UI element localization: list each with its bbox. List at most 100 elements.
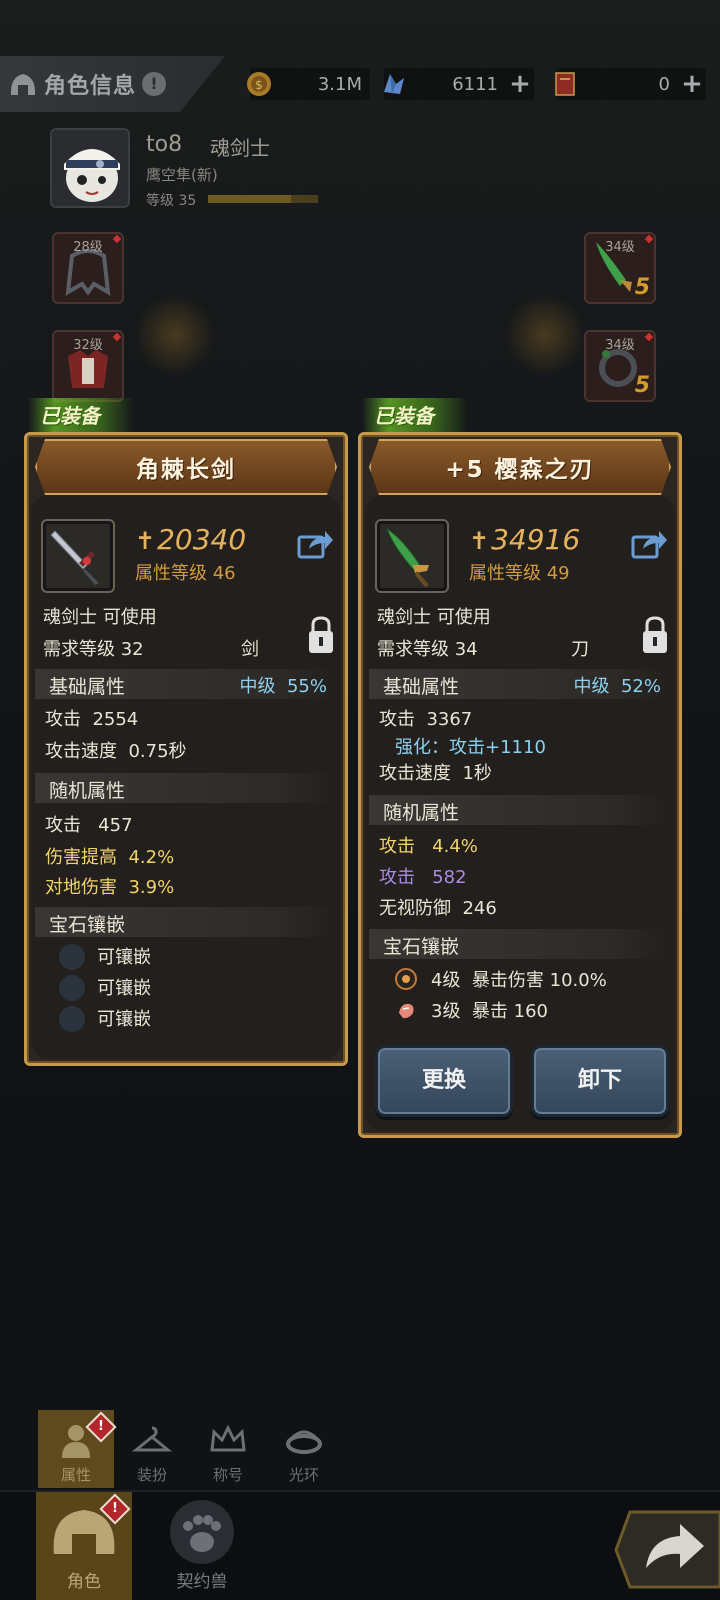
stat-value: 582 — [432, 867, 467, 888]
equip-slot-armor[interactable]: 28级 — [52, 232, 124, 304]
bottom-nav: 角色 ! 契约兽 — [0, 1490, 720, 1600]
lock-icon[interactable] — [641, 615, 669, 653]
stat-value: 0.75秒 — [128, 741, 187, 762]
stat-label: 攻击速度 — [379, 763, 451, 784]
gem-effect: 暴击 160 — [471, 1001, 548, 1022]
grade-percent: 55% — [286, 676, 327, 697]
gem-row: 3级 暴击 160 — [431, 997, 548, 1023]
combat-power-value: 20340 — [157, 523, 247, 556]
helmet-icon — [8, 71, 38, 97]
usable-class: 魂剑士 可使用 — [43, 607, 157, 628]
base-grade: 中级 52% — [574, 672, 661, 698]
tab-label: 装扮 — [136, 1466, 167, 1484]
equip-slot-chest[interactable]: 32级 — [52, 330, 124, 402]
combat-power: ✝34916 — [469, 523, 580, 556]
equip-slot-weapon[interactable]: 34级 5 — [584, 232, 656, 304]
equip-slot-ring[interactable]: 34级 5 — [584, 330, 656, 402]
stat-row: 攻击 4.4% — [379, 832, 478, 858]
stat-value: 1秒 — [462, 763, 492, 784]
red-book-icon — [550, 69, 580, 99]
gem-slot-label: 可镶嵌 — [97, 1009, 151, 1030]
tab-aura[interactable]: 光环 — [266, 1410, 342, 1488]
tab-attributes[interactable]: 属性 ! — [38, 1410, 117, 1488]
base-grade: 中级 55% — [240, 672, 327, 698]
unequip-button[interactable]: 卸下 — [531, 1045, 669, 1117]
empty-gem-socket-icon[interactable] — [59, 975, 85, 1001]
stat-row: 伤害提高 4.2% — [45, 843, 174, 869]
stat-label: 无视防御 — [379, 898, 451, 919]
lock-icon[interactable] — [307, 615, 335, 653]
tab-pet[interactable]: 契约兽 — [154, 1492, 250, 1600]
item-card-left: 角棘长剑 ✝20340 属性等级 46 魂剑士 可使用 需求等级 32 剑 基础… — [24, 432, 348, 1066]
return-button[interactable] — [610, 1492, 720, 1600]
gold-coin-icon: $ — [244, 69, 274, 99]
paw-icon — [170, 1500, 234, 1564]
crystal-add-button[interactable]: + — [506, 70, 534, 98]
weapon-type: 剑 — [241, 639, 259, 660]
grade-label: 中级 — [573, 676, 610, 697]
top-bar: 角色信息 ! $ 3.1M 6111 + 0 + — [0, 56, 720, 112]
info-icon[interactable]: ! — [142, 72, 167, 96]
title-plate: 角色信息 ! — [0, 56, 225, 112]
stat-label: 伤害提高 — [45, 847, 117, 868]
enhance-level: 5 — [634, 275, 650, 300]
stat-value: 457 — [98, 815, 133, 836]
gem-level: 3级 — [431, 1001, 461, 1022]
stat-value: 4.2% — [128, 847, 175, 868]
level-progress-bar — [208, 195, 318, 203]
gem-header: 宝石镶嵌 — [369, 929, 671, 959]
empty-gem-socket-icon[interactable] — [59, 1006, 85, 1032]
stat-value: 3367 — [426, 709, 473, 730]
tab-label: 属性 — [60, 1466, 91, 1484]
random-stats-header: 随机属性 — [35, 773, 337, 803]
stat-label: 攻击 — [45, 709, 81, 730]
arrow-right-icon — [614, 1510, 720, 1589]
crit-gem-icon — [395, 999, 417, 1021]
share-icon[interactable] — [631, 527, 667, 559]
character-level: 等级 35 — [146, 193, 197, 209]
section-title: 随机属性 — [383, 802, 460, 824]
stat-value: 2554 — [92, 709, 139, 730]
power-icon: ✝ — [135, 527, 156, 555]
crystal-counter: 6111 + — [384, 68, 534, 100]
enhance-level: 5 — [634, 373, 650, 398]
gem-slot-label: 可镶嵌 — [97, 978, 151, 999]
stat-row: 攻击 2554 — [45, 705, 138, 731]
gold-counter: $ 3.1M — [247, 68, 370, 100]
stat-row: 攻击 582 — [379, 863, 467, 889]
avatar[interactable] — [50, 128, 130, 208]
grade-label: 中级 — [239, 676, 276, 697]
empty-gem-socket-icon[interactable] — [59, 944, 85, 970]
tab-title[interactable]: 称号 — [190, 1410, 266, 1488]
tab-character[interactable]: 角色 ! — [36, 1492, 132, 1600]
section-title: 宝石镶嵌 — [49, 914, 126, 936]
section-title: 宝石镶嵌 — [383, 936, 460, 958]
share-icon[interactable] — [297, 527, 333, 559]
replace-button[interactable]: 更换 — [375, 1045, 513, 1117]
tab-label: 契约兽 — [176, 1572, 228, 1592]
crit-damage-gem-icon — [395, 968, 417, 990]
hanger-icon — [131, 1420, 173, 1460]
equipped-tag: 已装备 — [362, 398, 468, 434]
stat-value: 4.4% — [432, 836, 478, 857]
scroll-add-button[interactable]: + — [678, 70, 706, 98]
tab-outfit[interactable]: 装扮 — [114, 1410, 190, 1488]
random-stats-header: 随机属性 — [369, 795, 671, 825]
gem-level: 4级 — [431, 970, 461, 991]
grade-percent: 52% — [620, 676, 661, 697]
section-title: 基础属性 — [383, 676, 460, 698]
weapon-type: 刀 — [571, 639, 589, 660]
item-card-right: +5 樱森之刃 ✝34916 属性等级 49 魂剑士 可使用 需求等级 34 刀… — [358, 432, 682, 1138]
character-header: to8 魂剑士 鹰空隼(新) 等级 35 — [50, 128, 410, 212]
tab-label: 光环 — [288, 1466, 319, 1484]
item-name: 角棘长剑 — [35, 439, 337, 495]
attribute-level: 属性等级 46 — [135, 563, 236, 584]
stat-value: 246 — [462, 898, 497, 919]
scroll-counter: 0 + — [555, 68, 706, 100]
gem-effect: 暴击伤害 10.0% — [471, 970, 607, 991]
halo-icon — [284, 1420, 324, 1460]
character-guild: 鹰空隼(新) — [146, 166, 218, 184]
equipped-tag: 已装备 — [28, 398, 134, 434]
item-name: +5 樱森之刃 — [369, 439, 671, 495]
stat-label: 攻击 — [379, 836, 415, 857]
